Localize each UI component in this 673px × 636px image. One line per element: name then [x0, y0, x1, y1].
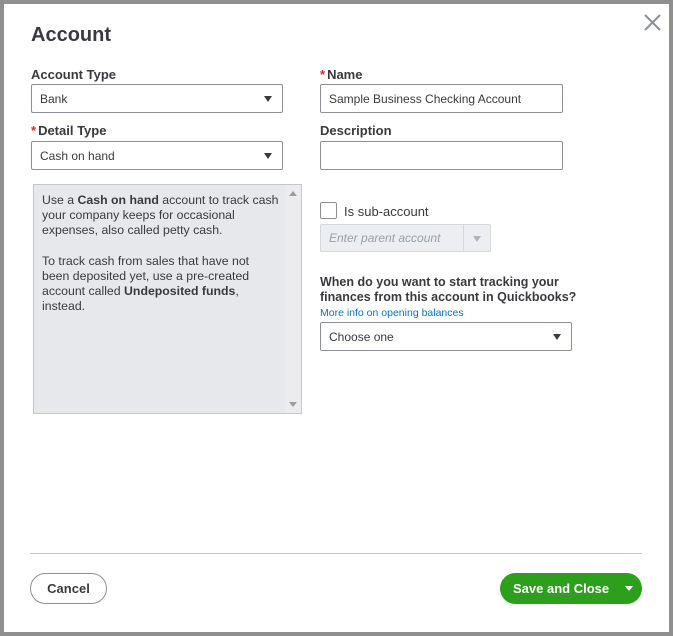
account-type-value: Bank — [40, 91, 68, 106]
chevron-down-icon — [264, 152, 272, 159]
chevron-down-icon — [553, 333, 561, 340]
close-icon[interactable] — [640, 10, 666, 36]
name-input-value: Sample Business Checking Account — [329, 91, 522, 106]
detail-type-value: Cash on hand — [40, 148, 115, 163]
description-label: Description — [320, 123, 392, 138]
tracking-start-question: When do you want to start tracking your … — [320, 275, 577, 304]
help-paragraph-2: To track cash from sales that have not b… — [42, 254, 250, 313]
chevron-down-icon — [264, 95, 272, 102]
tracking-start-value: Choose one — [329, 329, 394, 344]
account-type-label: Account Type — [31, 67, 116, 82]
help-paragraph-1: Use a Cash on hand account to track cash… — [42, 193, 279, 237]
save-and-close-label: Save and Close — [513, 581, 610, 596]
sub-account-checkbox[interactable] — [320, 202, 337, 219]
name-label: * Name — [320, 67, 363, 82]
required-marker: * — [320, 67, 326, 82]
description-input[interactable] — [320, 141, 563, 170]
account-type-select[interactable]: Bank — [31, 84, 283, 113]
opening-balances-link[interactable]: More info on opening balances — [320, 307, 464, 319]
detail-type-label: * Detail Type — [31, 123, 107, 138]
chevron-down-icon — [625, 586, 633, 591]
scroll-up-arrow-icon[interactable] — [289, 191, 297, 196]
scroll-down-arrow-icon[interactable] — [289, 402, 297, 407]
dialog-title: Account — [31, 24, 111, 46]
parent-account-placeholder: Enter parent account — [329, 231, 441, 245]
sub-account-label[interactable]: Is sub-account — [344, 204, 429, 219]
chevron-down-icon — [473, 236, 481, 242]
select-divider — [463, 225, 464, 251]
tracking-start-select[interactable]: Choose one — [320, 322, 572, 351]
save-options-dropdown[interactable] — [618, 573, 642, 604]
required-marker: * — [31, 123, 37, 138]
detail-type-description-box[interactable]: Use a Cash on hand account to track cash… — [33, 184, 302, 414]
scrollbar[interactable] — [285, 185, 301, 413]
footer-divider — [30, 553, 642, 554]
name-input[interactable]: Sample Business Checking Account — [320, 84, 563, 113]
account-dialog: Account Account Type Bank * Detail Type C… — [4, 4, 669, 632]
cancel-button[interactable]: Cancel — [30, 573, 107, 604]
detail-type-select[interactable]: Cash on hand — [31, 141, 283, 170]
parent-account-select[interactable]: Enter parent account — [320, 224, 491, 252]
